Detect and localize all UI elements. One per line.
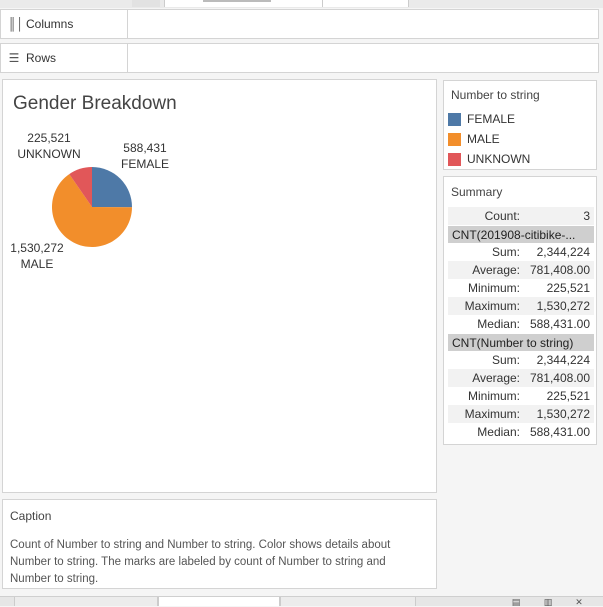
legend-item-label: FEMALE — [467, 112, 516, 126]
pie-value-label: 588,431 — [123, 141, 167, 155]
stat-label: Maximum: — [464, 407, 520, 421]
summary-group-header: CNT(201908-citibike-... — [448, 226, 594, 243]
summary-stat-row: Maximum: 1,530,272 — [448, 297, 594, 315]
stat-label: Minimum: — [467, 281, 520, 295]
stat-label: Sum: — [491, 353, 520, 367]
legend-item-label: UNKNOWN — [467, 152, 531, 166]
summary-card: Summary Count: 3 CNT(201908-citibike-...… — [443, 176, 597, 445]
legend-title: Number to string — [451, 88, 540, 102]
stat-value: 2,344,224 — [536, 245, 590, 259]
stat-value: 781,408.00 — [529, 263, 590, 277]
toolbar-tab[interactable] — [164, 0, 324, 7]
legend-item-unknown[interactable]: UNKNOWN — [448, 151, 530, 167]
summary-group-name: CNT(Number to string) — [452, 336, 574, 350]
pie-category-label: FEMALE — [121, 157, 169, 171]
summary-stat-row: Median: 588,431.00 — [448, 423, 594, 441]
stat-value: 225,521 — [546, 389, 590, 403]
summary-stat-row: Median: 588,431.00 — [448, 315, 594, 333]
summary-title: Summary — [451, 185, 503, 199]
pie-chart[interactable]: 588,431 FEMALE 1,530,272 MALE 225,521 UNKNOWN — [3, 80, 436, 492]
legend-swatch — [448, 152, 461, 166]
stat-value: 1,530,272 — [536, 299, 590, 313]
stat-value: 1,530,272 — [536, 407, 590, 421]
columns-label: Columns — [26, 17, 74, 31]
stat-label: Sum: — [491, 245, 520, 259]
stat-value: 2,344,224 — [536, 353, 590, 367]
caption-title: Caption — [10, 509, 52, 523]
stat-value: 781,408.00 — [529, 371, 590, 385]
pie-slice-female[interactable] — [92, 167, 132, 208]
top-tab-strip — [0, 0, 603, 8]
legend-swatch — [448, 112, 461, 126]
caption-text: Count of Number to string and Number to … — [10, 539, 391, 585]
caption-panel: Caption Count of Number to string and Nu… — [2, 499, 437, 589]
rows-shelf[interactable]: ☰ Rows — [0, 43, 599, 73]
legend-item-female[interactable]: FEMALE — [448, 111, 515, 127]
summary-group-name: CNT(201908-citibike-... — [452, 228, 576, 242]
summary-stat-row: Minimum: 225,521 — [448, 387, 594, 405]
stat-value: 588,431.00 — [529, 317, 590, 331]
stat-label: Median: — [477, 425, 520, 439]
stat-value: 3 — [583, 209, 590, 223]
legend-item-label: MALE — [467, 132, 500, 146]
summary-group-header: CNT(Number to string) — [448, 334, 594, 351]
summary-stat-row: Average: 781,408.00 — [448, 369, 594, 387]
summary-stat-row: Sum: 2,344,224 — [448, 243, 594, 261]
columns-shelf[interactable]: ║│ Columns — [0, 9, 599, 39]
summary-stat-row: Sum: 2,344,224 — [448, 351, 594, 369]
columns-icon: ║│ — [8, 17, 25, 31]
pie-category-label: MALE — [21, 257, 54, 271]
rows-label: Rows — [26, 51, 57, 65]
rows-shelf-label: ☰ Rows — [1, 44, 128, 72]
toolbar-tab[interactable] — [132, 0, 160, 7]
stat-label: Average: — [472, 371, 520, 385]
legend-swatch — [448, 132, 461, 146]
summary-count-row: Count: 3 — [448, 207, 594, 225]
toolbar-tab[interactable] — [322, 0, 409, 7]
stat-label: Maximum: — [464, 299, 520, 313]
stat-label: Count: — [484, 209, 520, 223]
stat-label: Median: — [477, 317, 520, 331]
legend-item-male[interactable]: MALE — [448, 131, 500, 147]
pie-value-label: 225,521 — [27, 131, 71, 145]
pie-value-label: 1,530,272 — [10, 241, 64, 255]
stat-value: 225,521 — [546, 281, 590, 295]
summary-stat-row: Average: 781,408.00 — [448, 261, 594, 279]
pie-category-label: UNKNOWN — [17, 147, 80, 161]
color-legend: Number to string FEMALE MALE UNKNOWN — [443, 80, 597, 170]
stat-value: 588,431.00 — [529, 425, 590, 439]
rows-icon: ☰ — [8, 51, 20, 65]
summary-stat-row: Maximum: 1,530,272 — [448, 405, 594, 423]
worksheet-view[interactable]: Gender Breakdown 588,431 FEMALE 1,530,272 M… — [2, 79, 437, 493]
columns-shelf-label: ║│ Columns — [1, 10, 128, 38]
stat-label: Minimum: — [467, 389, 520, 403]
summary-stat-row: Minimum: 225,521 — [448, 279, 594, 297]
stat-label: Average: — [472, 263, 520, 277]
